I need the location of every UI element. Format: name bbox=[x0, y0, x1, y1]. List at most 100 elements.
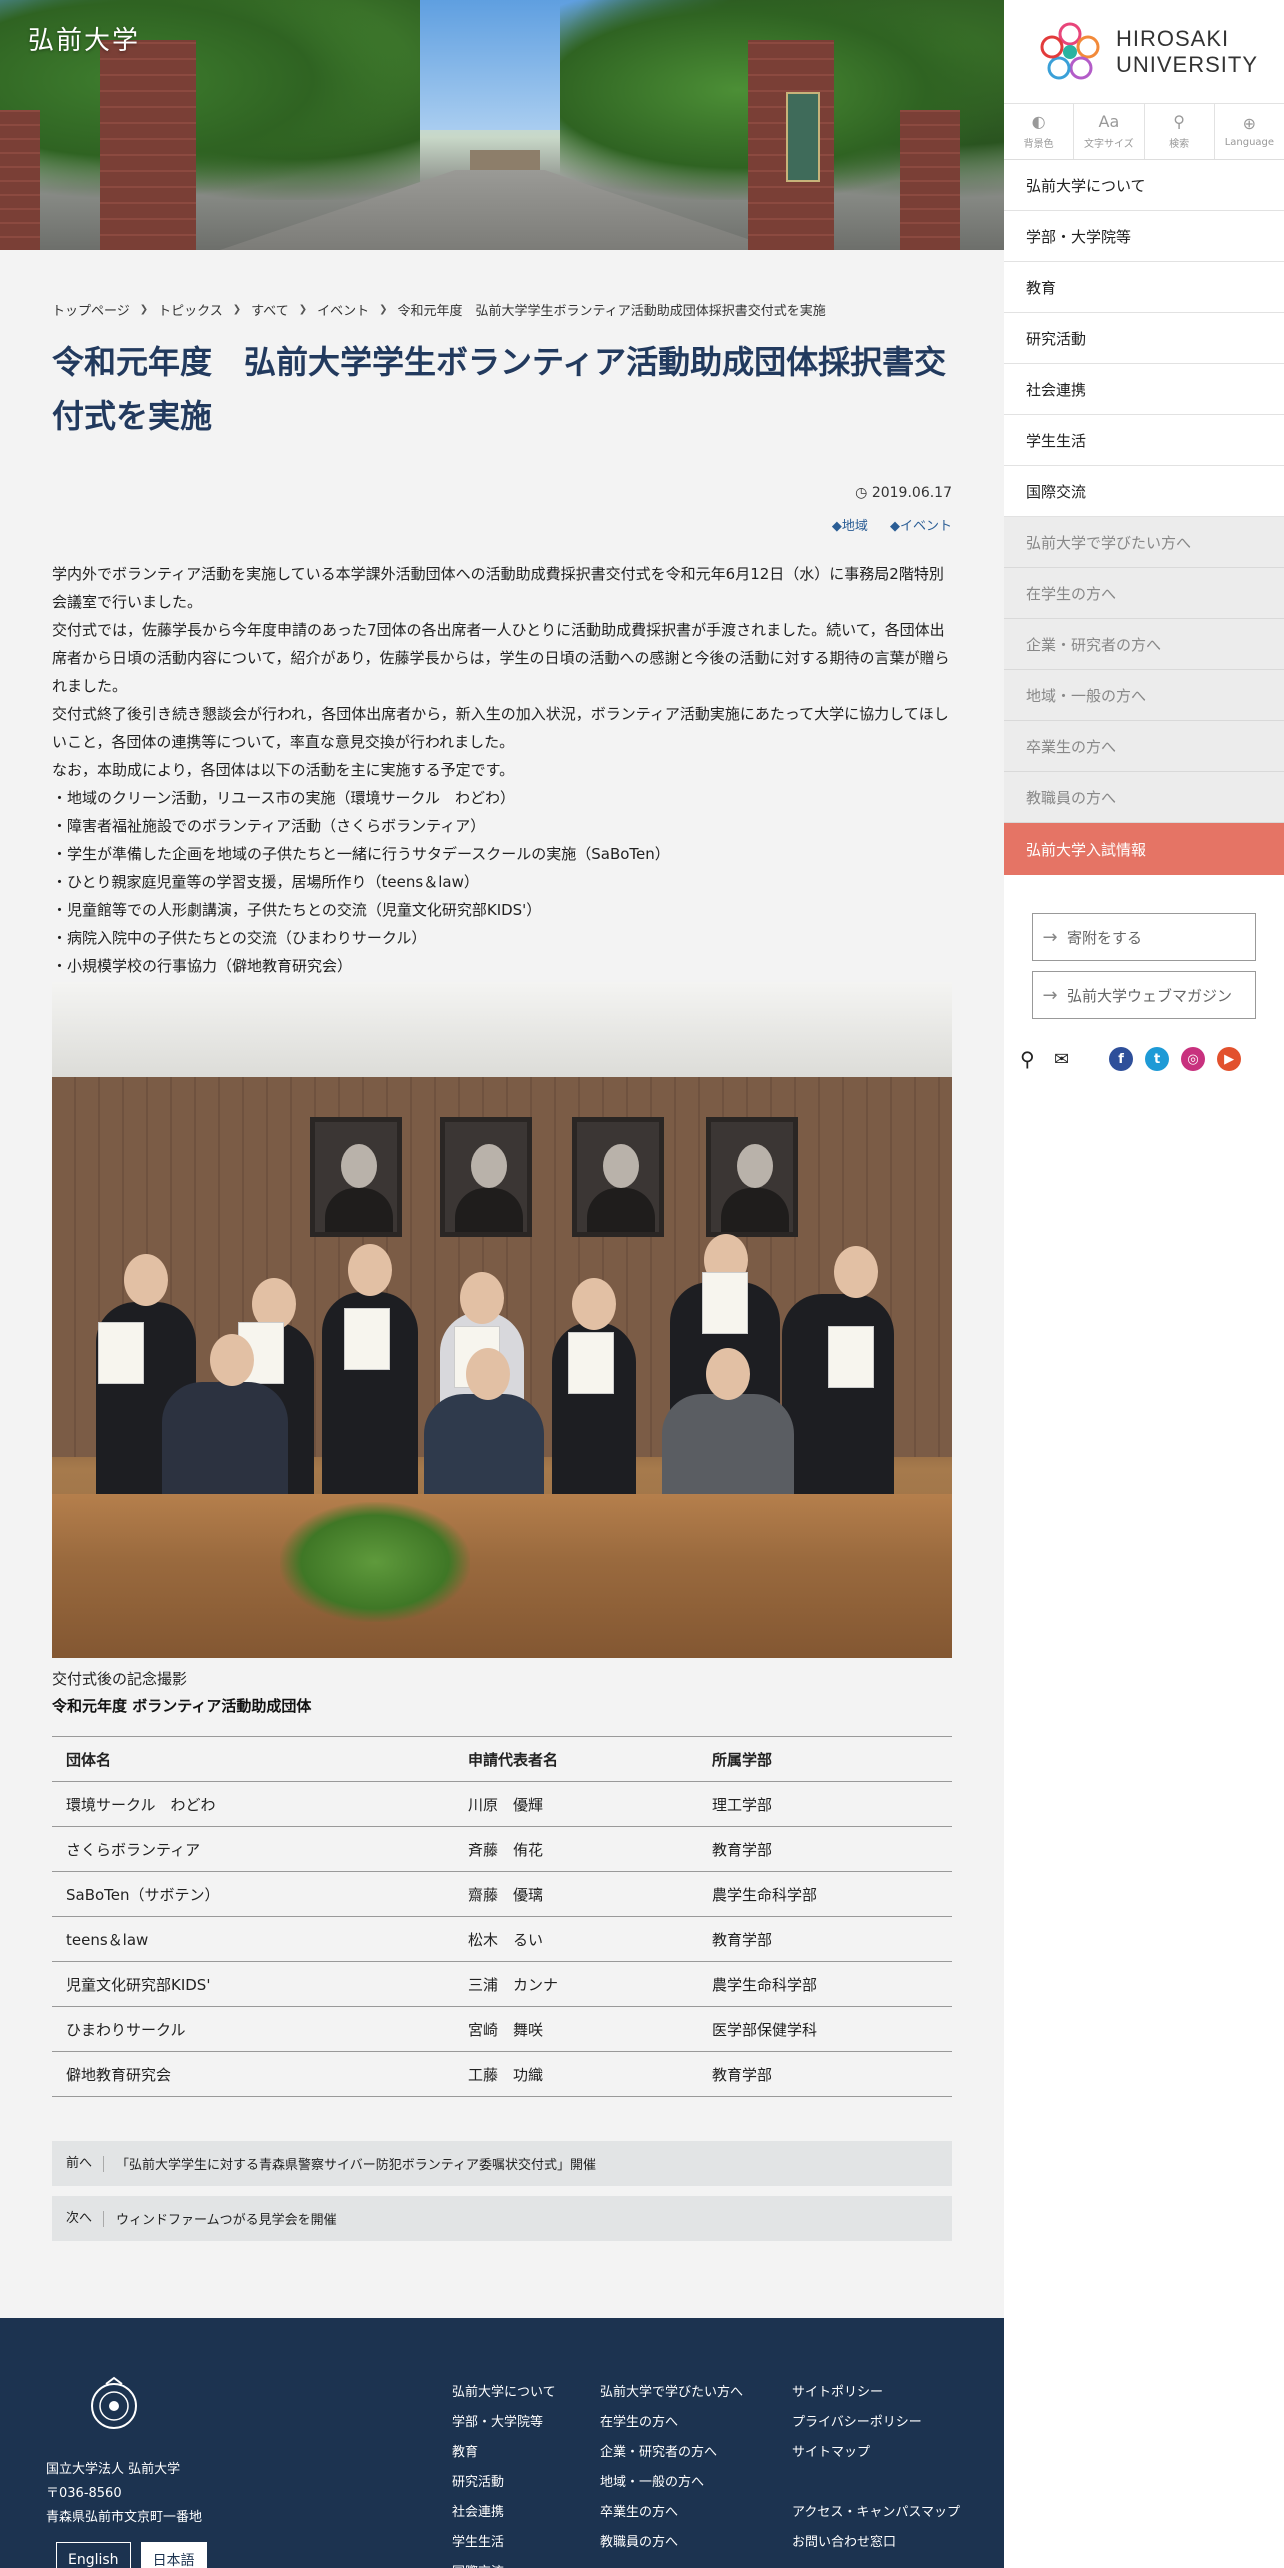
commemorative-photo bbox=[52, 982, 952, 1658]
footer-link[interactable]: 在学生の方へ bbox=[600, 2408, 743, 2438]
instagram-icon[interactable]: ◎ bbox=[1181, 1047, 1206, 1071]
footer-link[interactable]: プライバシーポリシー bbox=[792, 2408, 922, 2438]
web-magazine-button[interactable]: → 弘前大学ウェブマガジン bbox=[1032, 971, 1256, 1019]
university-logo[interactable]: HIROSAKI UNIVERSITY bbox=[1004, 0, 1284, 104]
map-pin-icon[interactable]: ⚲ bbox=[1020, 1047, 1044, 1071]
nav-item-prospective[interactable]: 弘前大学で学びたい方へ bbox=[1004, 517, 1284, 568]
university-emblem-icon bbox=[1040, 22, 1100, 79]
footer-link[interactable]: 学生生活 bbox=[452, 2528, 556, 2558]
table-title: 令和元年度 ボランティア活動助成団体 bbox=[52, 1697, 312, 1715]
footer-link[interactable]: 国際交流 bbox=[452, 2558, 556, 2568]
nav-item-community[interactable]: 社会連携 bbox=[1004, 364, 1284, 415]
footer-link[interactable]: 弘前大学で学びたい方へ bbox=[600, 2378, 743, 2408]
photo-person-seated bbox=[662, 1394, 794, 1502]
footer-zip: 〒036-8560 bbox=[46, 2486, 122, 2501]
activity-item: ・障害者福祉施設でのボランティア活動（さくらボランティア） bbox=[52, 817, 486, 835]
next-title: ウィンドファームつがる見学会を開催 bbox=[116, 2213, 337, 2228]
youtube-icon[interactable]: ▶ bbox=[1217, 1047, 1242, 1071]
nav-item-research[interactable]: 研究活動 bbox=[1004, 313, 1284, 364]
footer-link[interactable]: 教職員の方へ bbox=[600, 2528, 743, 2558]
mail-icon[interactable]: ✉ bbox=[1054, 1049, 1069, 1070]
footer-link[interactable]: 学部・大学院等 bbox=[452, 2408, 556, 2438]
util-label: 背景色 bbox=[1023, 139, 1054, 150]
photo-person-seated bbox=[162, 1382, 288, 1502]
footer-link[interactable]: サイトポリシー bbox=[792, 2378, 922, 2408]
footer-address: 国立大学法人 弘前大学 〒036-8560 青森県弘前市文京町一番地 bbox=[46, 2458, 202, 2530]
hero-gate-pillar bbox=[100, 40, 196, 250]
breadcrumb-all[interactable]: すべて bbox=[251, 300, 289, 319]
footer-link[interactable]: アクセス・キャンパスマップ bbox=[792, 2498, 960, 2528]
breadcrumb-topics[interactable]: トピックス bbox=[158, 300, 223, 319]
facebook-icon[interactable]: f bbox=[1109, 1047, 1134, 1071]
table-row: さくらボランティア 斉藤 侑花 教育学部 bbox=[52, 1826, 952, 1872]
footer-link[interactable]: 研究活動 bbox=[452, 2468, 556, 2498]
prev-article-link[interactable]: 前へ 「弘前大学学生に対する青森県警察サイバー防犯ボランティア委嘱状交付式」開催 bbox=[52, 2141, 952, 2186]
photo-caption: 交付式後の記念撮影 bbox=[52, 1670, 188, 1688]
utility-bar: ◐ 背景色 Aa 文字サイズ ⚲ 検索 ⊕ Language bbox=[1004, 104, 1284, 160]
footer-link[interactable]: 地域・一般の方へ bbox=[600, 2468, 743, 2498]
hero-gate-nameplate bbox=[786, 92, 820, 182]
footer-link[interactable]: 教育 bbox=[452, 2438, 556, 2468]
util-label: 検索 bbox=[1169, 139, 1190, 150]
article-pager: 前へ 「弘前大学学生に対する青森県警察サイバー防犯ボランティア委嘱状交付式」開催… bbox=[52, 2141, 952, 2241]
cell-representative: 宮崎 舞咲 bbox=[454, 2006, 698, 2052]
footer-link[interactable]: 企業・研究者の方へ bbox=[600, 2438, 743, 2468]
cell-group: teens＆law bbox=[52, 1916, 454, 1962]
table-row: SaBoTen（サボテン） 齋藤 優璃 農学生命科学部 bbox=[52, 1871, 952, 1917]
cell-representative: 三浦 カンナ bbox=[454, 1961, 698, 2007]
page-title-line1: 令和元年度 弘前大学学生ボランティア活動助成団体採択書交 bbox=[52, 343, 947, 381]
article-main: トップページ ❯ トピックス ❯ すべて ❯ イベント ❯ 令和元年度 弘前大学… bbox=[52, 250, 952, 2241]
donate-button[interactable]: → 寄附をする bbox=[1032, 913, 1256, 961]
twitter-icon[interactable]: t bbox=[1145, 1047, 1170, 1071]
nav-item-companies[interactable]: 企業・研究者の方へ bbox=[1004, 619, 1284, 670]
activity-item: ・地域のクリーン活動，リユース市の実施（環境サークル わどわ） bbox=[52, 789, 516, 807]
activity-item: ・学生が準備した企画を地域の子供たちと一緒に行うサタデースクールの実施（SaBo… bbox=[52, 845, 670, 863]
footer-link[interactable]: サイトマップ bbox=[792, 2438, 922, 2468]
font-size-button[interactable]: Aa 文字サイズ bbox=[1074, 104, 1145, 159]
table-row: 児童文化研究部KIDS' 三浦 カンナ 農学生命科学部 bbox=[52, 1961, 952, 2007]
footer-link[interactable]: お問い合わせ窓口 bbox=[792, 2528, 960, 2558]
table-row: 環境サークル わどわ 川原 優輝 理工学部 bbox=[52, 1781, 952, 1827]
language-button[interactable]: ⊕ Language bbox=[1215, 104, 1284, 159]
background-color-button[interactable]: ◐ 背景色 bbox=[1004, 104, 1075, 159]
lang-english-button[interactable]: English bbox=[56, 2542, 131, 2568]
nav-item-faculties[interactable]: 学部・大学院等 bbox=[1004, 211, 1284, 262]
nav-item-about[interactable]: 弘前大学について bbox=[1004, 160, 1284, 211]
tag-region[interactable]: ◆地域 bbox=[832, 519, 868, 534]
chevron-right-icon: ❯ bbox=[232, 304, 242, 315]
cell-group: 僻地教育研究会 bbox=[52, 2051, 454, 2097]
side-buttons: → 寄附をする → 弘前大学ウェブマガジン bbox=[1004, 875, 1284, 1019]
cell-faculty: 農学生命科学部 bbox=[698, 1871, 952, 1917]
nav-item-education[interactable]: 教育 bbox=[1004, 262, 1284, 313]
site-title[interactable]: 弘前大学 bbox=[28, 20, 140, 57]
tag-event[interactable]: ◆イベント bbox=[890, 519, 952, 534]
breadcrumb-top[interactable]: トップページ bbox=[52, 300, 130, 319]
search-button[interactable]: ⚲ 検索 bbox=[1145, 104, 1215, 159]
header-representative: 申請代表者名 bbox=[454, 1736, 698, 1782]
photo-certificate bbox=[828, 1326, 874, 1388]
nav-item-student-life[interactable]: 学生生活 bbox=[1004, 415, 1284, 466]
photo-portrait bbox=[572, 1117, 664, 1237]
photo-certificate bbox=[344, 1308, 390, 1370]
footer-link[interactable]: 弘前大学について bbox=[452, 2378, 556, 2408]
lang-japanese-button[interactable]: 日本語 bbox=[140, 2542, 207, 2568]
cell-representative: 齋藤 優璃 bbox=[454, 1871, 698, 1917]
paragraph: 交付式では，佐藤学長から今年度申請のあった7団体の各出席者一人ひとりに活動助成費… bbox=[52, 621, 950, 695]
breadcrumb-events[interactable]: イベント bbox=[317, 300, 369, 319]
photo-certificate bbox=[568, 1332, 614, 1394]
nav-item-public[interactable]: 地域・一般の方へ bbox=[1004, 670, 1284, 721]
font-size-icon: Aa bbox=[1098, 112, 1120, 131]
nav-item-international[interactable]: 国際交流 bbox=[1004, 466, 1284, 517]
nav-item-staff[interactable]: 教職員の方へ bbox=[1004, 772, 1284, 823]
footer-link[interactable]: 社会連携 bbox=[452, 2498, 556, 2528]
nav-item-current-students[interactable]: 在学生の方へ bbox=[1004, 568, 1284, 619]
footer: 国立大学法人 弘前大学 〒036-8560 青森県弘前市文京町一番地 Engli… bbox=[0, 2318, 1004, 2568]
nav-item-admissions[interactable]: 弘前大学入試情報 bbox=[1004, 823, 1284, 875]
nav-item-alumni[interactable]: 卒業生の方へ bbox=[1004, 721, 1284, 772]
photo-table bbox=[52, 1494, 952, 1658]
util-label: Language bbox=[1224, 137, 1275, 148]
next-article-link[interactable]: 次へ ウィンドファームつがる見学会を開催 bbox=[52, 2196, 952, 2241]
article-body: 学内外でボランティア活動を実施している本学課外活動団体への活動助成費採択書交付式… bbox=[52, 560, 952, 980]
cell-faculty: 理工学部 bbox=[698, 1781, 952, 1827]
footer-link[interactable]: 卒業生の方へ bbox=[600, 2498, 743, 2528]
